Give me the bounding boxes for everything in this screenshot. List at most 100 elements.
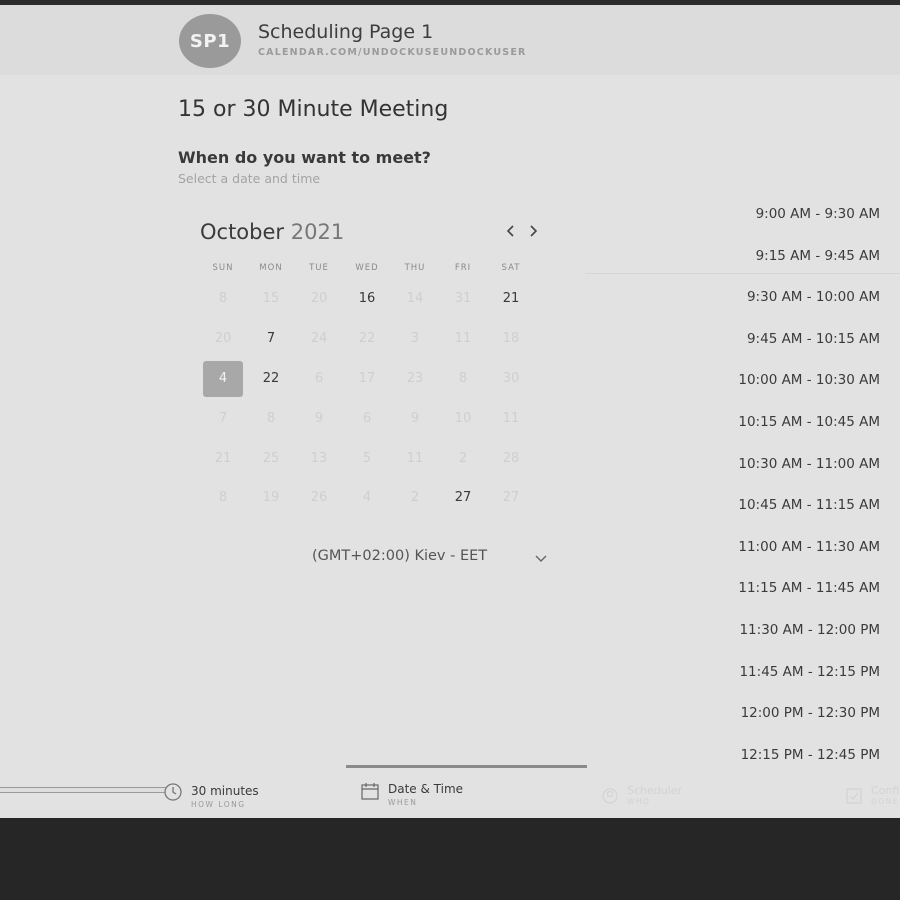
calendar-day-unavailable: 14 [406, 291, 424, 306]
clock-icon [164, 783, 182, 801]
scheduling-page-url[interactable]: CALENDAR.COM/UNDOCKUSEUNDOCKUSER [258, 47, 527, 58]
calendar-day-unavailable: 15 [262, 291, 280, 306]
calendar-day-unavailable: 30 [502, 371, 520, 386]
chevron-down-icon [535, 555, 547, 562]
calendar-day-unavailable: 7 [218, 411, 228, 426]
chevron-left-icon [506, 225, 514, 237]
timezone-select[interactable]: (GMT+02:00) Kiev - EET [312, 548, 487, 564]
calendar-day-available[interactable]: 7 [251, 321, 291, 357]
calendar-day-unavailable: 31 [454, 291, 472, 306]
person-icon [602, 788, 618, 804]
calendar-day-unavailable: 2 [458, 451, 468, 466]
calendar-day-selected[interactable]: 4 [203, 361, 243, 397]
calendar-month-heading: October 2021 [200, 220, 344, 244]
calendar-day-unavailable: 21 [214, 451, 232, 466]
calendar-day-available[interactable]: 21 [491, 281, 531, 317]
time-slot[interactable]: 9:30 AM - 10:00 AM [710, 289, 880, 305]
calendar-day-unavailable: 6 [362, 411, 372, 426]
weekday-fri: FRI [454, 263, 472, 273]
step-duration-label[interactable]: 30 minutes [191, 784, 259, 798]
calendar-day-unavailable: 11 [406, 451, 424, 466]
prev-month-button[interactable] [503, 223, 519, 243]
calendar-day-unavailable: 18 [502, 331, 520, 346]
time-slot[interactable]: 11:15 AM - 11:45 AM [710, 580, 880, 596]
step-scheduler-button[interactable] [601, 787, 619, 809]
calendar-month: October [200, 220, 285, 244]
check-icon [846, 788, 862, 804]
when-question: When do you want to meet? [178, 148, 431, 167]
when-subtitle: Select a date and time [178, 171, 321, 186]
calendar-day-unavailable: 3 [410, 331, 420, 346]
calendar-day-unavailable: 11 [502, 411, 520, 426]
time-slot[interactable]: 11:45 AM - 12:15 PM [710, 664, 880, 680]
weekday-sat: SAT [501, 263, 521, 273]
time-slot[interactable]: 10:15 AM - 10:45 AM [710, 414, 880, 430]
calendar-day-unavailable: 13 [310, 451, 328, 466]
calendar-day-unavailable: 23 [406, 371, 424, 386]
calendar-day-unavailable: 9 [410, 411, 420, 426]
time-slot[interactable]: 12:00 PM - 12:30 PM [710, 705, 880, 721]
time-slot[interactable]: 12:15 PM - 12:45 PM [710, 747, 880, 763]
calendar-day-available[interactable]: 22 [251, 361, 291, 397]
time-slot[interactable]: 10:00 AM - 10:30 AM [710, 372, 880, 388]
calendar-day-unavailable: 25 [262, 451, 280, 466]
weekday-sun: SUN [212, 263, 234, 273]
page-header: SP1 Scheduling Page 1 CALENDAR.COM/UNDOC… [0, 5, 900, 75]
calendar-day-available[interactable]: 27 [443, 480, 483, 516]
calendar-day-unavailable: 20 [310, 291, 328, 306]
avatar: SP1 [179, 14, 241, 68]
meeting-title: 15 or 30 Minute Meeting [178, 97, 449, 122]
active-step-indicator [346, 765, 587, 768]
scheduling-page-title: Scheduling Page 1 [258, 21, 434, 43]
step-confirm-label[interactable]: Confirm [871, 784, 900, 797]
calendar-day-unavailable: 9 [314, 411, 324, 426]
calendar-day-unavailable: 6 [314, 371, 324, 386]
step-datetime-button[interactable] [360, 781, 380, 801]
step-duration-button[interactable] [163, 782, 183, 802]
time-slot[interactable]: 10:30 AM - 11:00 AM [710, 456, 880, 472]
step-datetime-label[interactable]: Date & Time [388, 782, 463, 796]
calendar-year: 2021 [290, 220, 345, 244]
calendar-day-unavailable: 22 [358, 331, 376, 346]
calendar-day-unavailable: 8 [266, 411, 276, 426]
calendar-day-unavailable: 8 [458, 371, 468, 386]
next-month-button[interactable] [525, 223, 541, 243]
calendar-day-unavailable: 5 [362, 451, 372, 466]
calendar-day-unavailable: 28 [502, 451, 520, 466]
time-slot[interactable]: 9:15 AM - 9:45 AM [710, 248, 880, 264]
calendar-day-unavailable: 4 [362, 490, 372, 505]
step-confirm-sub: DONE [871, 797, 900, 806]
slot-divider [585, 273, 900, 274]
step-scheduler-label[interactable]: Scheduler [627, 784, 682, 797]
time-slot[interactable]: 9:00 AM - 9:30 AM [710, 206, 880, 222]
bottom-dark-area [0, 818, 900, 900]
time-slot[interactable]: 11:30 AM - 12:00 PM [710, 622, 880, 638]
weekday-thu: THU [404, 263, 426, 273]
calendar-day-unavailable: 24 [310, 331, 328, 346]
calendar-icon [361, 783, 379, 800]
calendar-day-unavailable: 11 [454, 331, 472, 346]
calendar-day-unavailable: 20 [214, 331, 232, 346]
scheduling-page: SP1 Scheduling Page 1 CALENDAR.COM/UNDOC… [0, 5, 900, 818]
calendar-day-available[interactable]: 16 [347, 281, 387, 317]
chevron-right-icon [530, 225, 538, 237]
time-slot[interactable]: 9:45 AM - 10:15 AM [710, 331, 880, 347]
calendar-day-unavailable: 2 [410, 490, 420, 505]
weekday-tue: TUE [309, 263, 329, 273]
step-duration-sub: HOW LONG [191, 800, 246, 809]
calendar-day-unavailable: 10 [454, 411, 472, 426]
time-slot[interactable]: 11:00 AM - 11:30 AM [710, 539, 880, 555]
time-slot[interactable]: 10:45 AM - 11:15 AM [710, 497, 880, 513]
weekday-wed: WED [355, 263, 379, 273]
weekday-mon: MON [259, 263, 283, 273]
step-confirm-button[interactable] [845, 787, 863, 809]
calendar-day-unavailable: 8 [218, 291, 228, 306]
calendar-day-unavailable: 27 [502, 490, 520, 505]
duration-progress-track [0, 787, 174, 793]
timezone-dropdown-toggle[interactable] [533, 551, 549, 567]
calendar-day-unavailable: 17 [358, 371, 376, 386]
step-scheduler-sub: WHO [627, 797, 651, 806]
calendar-day-unavailable: 8 [218, 490, 228, 505]
calendar-day-unavailable: 19 [262, 490, 280, 505]
calendar-day-unavailable: 26 [310, 490, 328, 505]
